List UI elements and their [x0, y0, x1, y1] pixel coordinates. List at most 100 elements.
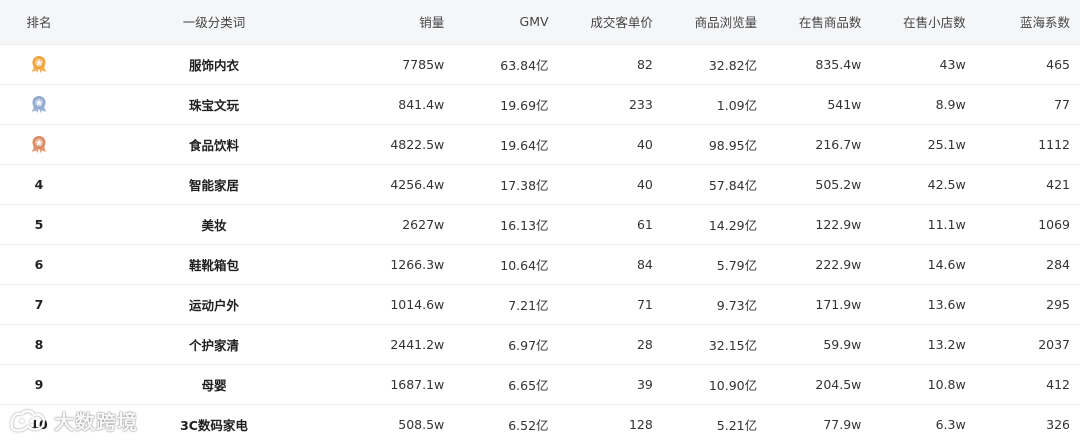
- shops-on-sale-cell: 25.1w: [927, 136, 966, 152]
- table-row[interactable]: 食品饮料 4822.5w 19.64亿 40 98.95亿 216.7w 25.1w 1112: [0, 124, 1080, 164]
- blue-ocean-cell: 421: [1046, 176, 1070, 192]
- gmv-cell: 6.52亿: [508, 417, 549, 433]
- views-cell: 5.79亿: [716, 257, 758, 273]
- table-row[interactable]: 8 个护家清 2441.2w 6.97亿 28 32.15亿 59.9w 13.2w 2037: [0, 324, 1080, 364]
- gmv-cell: 6.65亿: [508, 377, 549, 393]
- sales-cell: 7785w: [402, 56, 445, 72]
- items-on-sale-cell: 541w: [827, 96, 862, 112]
- category-cell[interactable]: 3C数码家电: [78, 404, 350, 444]
- avg-price-cell: 40: [636, 176, 653, 192]
- items-on-sale-cell: 204.5w: [815, 376, 862, 392]
- silver-medal-icon: [29, 94, 49, 114]
- rank-cell: 4: [34, 176, 44, 192]
- shops-on-sale-cell: 14.6w: [927, 256, 966, 272]
- category-cell[interactable]: 美妆: [78, 204, 350, 244]
- blue-ocean-cell: 412: [1046, 376, 1070, 392]
- category-cell[interactable]: 母婴: [78, 364, 350, 404]
- avg-price-cell: 71: [636, 296, 653, 312]
- table-row[interactable]: 珠宝文玩 841.4w 19.69亿 233 1.09亿 541w 8.9w 77: [0, 84, 1080, 124]
- table-row[interactable]: 10 3C数码家电 508.5w 6.52亿 128 5.21亿 77.9w 6.3w 326: [0, 404, 1080, 444]
- blue-ocean-cell: 326: [1046, 416, 1070, 432]
- rank-cell: 6: [34, 256, 44, 272]
- category-cell[interactable]: 食品饮料: [78, 124, 350, 164]
- table-row[interactable]: 4 智能家居 4256.4w 17.38亿 40 57.84亿 505.2w 42.5w 421: [0, 164, 1080, 204]
- rank-cell: [0, 84, 78, 124]
- blue-ocean-cell: 2037: [1038, 336, 1070, 352]
- rank-cell: [0, 44, 78, 84]
- blue-ocean-cell: 465: [1046, 56, 1070, 72]
- blue-ocean-cell: 295: [1046, 296, 1070, 312]
- table-header-row: 排名 一级分类词 销量 GMV 成交客单价 商品浏览量 在售商品数 在售小店数 …: [0, 0, 1080, 44]
- bronze-medal-icon: [29, 134, 49, 154]
- avg-price-cell: 82: [636, 56, 653, 72]
- blue-ocean-cell: 1112: [1038, 136, 1070, 152]
- avg-price-cell: 61: [636, 216, 653, 232]
- table-row[interactable]: 7 运动户外 1014.6w 7.21亿 71 9.73亿 171.9w 13.6w 295: [0, 284, 1080, 324]
- header-avg-price[interactable]: 成交客单价: [559, 0, 663, 44]
- rank-cell: 10: [30, 416, 48, 432]
- shops-on-sale-cell: 43w: [939, 56, 966, 72]
- views-cell: 98.95亿: [708, 137, 758, 153]
- items-on-sale-cell: 222.9w: [815, 256, 862, 272]
- category-cell[interactable]: 珠宝文玩: [78, 84, 350, 124]
- rank-cell: 8: [34, 336, 44, 352]
- sales-cell: 1266.3w: [390, 256, 445, 272]
- rank-cell: [0, 124, 78, 164]
- items-on-sale-cell: 505.2w: [815, 176, 862, 192]
- gmv-cell: 17.38亿: [500, 177, 549, 193]
- category-cell[interactable]: 智能家居: [78, 164, 350, 204]
- category-cell[interactable]: 服饰内衣: [78, 44, 350, 84]
- shops-on-sale-cell: 13.2w: [927, 336, 966, 352]
- gmv-cell: 16.13亿: [500, 217, 549, 233]
- table-row[interactable]: 5 美妆 2627w 16.13亿 61 14.29亿 122.9w 11.1w 1069: [0, 204, 1080, 244]
- sales-cell: 508.5w: [398, 416, 445, 432]
- gmv-cell: 63.84亿: [500, 57, 549, 73]
- sales-cell: 841.4w: [398, 96, 445, 112]
- header-blue-ocean[interactable]: 蓝海系数: [976, 0, 1080, 44]
- views-cell: 10.90亿: [708, 377, 758, 393]
- shops-on-sale-cell: 10.8w: [927, 376, 966, 392]
- rank-cell: 9: [34, 376, 44, 392]
- blue-ocean-cell: 77: [1054, 96, 1070, 112]
- category-ranking-table: 排名 一级分类词 销量 GMV 成交客单价 商品浏览量 在售商品数 在售小店数 …: [0, 0, 1080, 444]
- category-cell[interactable]: 鞋靴箱包: [78, 244, 350, 284]
- views-cell: 5.21亿: [716, 417, 758, 433]
- gmv-cell: 10.64亿: [500, 257, 549, 273]
- items-on-sale-cell: 216.7w: [815, 136, 862, 152]
- items-on-sale-cell: 122.9w: [815, 216, 862, 232]
- header-shops-on-sale[interactable]: 在售小店数: [871, 0, 975, 44]
- views-cell: 32.82亿: [708, 57, 758, 73]
- views-cell: 32.15亿: [708, 337, 758, 353]
- sales-cell: 4256.4w: [390, 176, 445, 192]
- views-cell: 57.84亿: [708, 177, 758, 193]
- sales-cell: 2627w: [402, 216, 445, 232]
- avg-price-cell: 39: [636, 376, 653, 392]
- items-on-sale-cell: 59.9w: [823, 336, 862, 352]
- table-body: 服饰内衣 7785w 63.84亿 82 32.82亿 835.4w 43w 465 珠宝文玩 8…: [0, 44, 1080, 444]
- header-rank[interactable]: 排名: [0, 0, 78, 44]
- items-on-sale-cell: 77.9w: [823, 416, 862, 432]
- header-gmv[interactable]: GMV: [454, 0, 558, 44]
- header-items-on-sale[interactable]: 在售商品数: [767, 0, 871, 44]
- views-cell: 14.29亿: [708, 217, 758, 233]
- gmv-cell: 19.69亿: [500, 97, 549, 113]
- category-cell[interactable]: 运动户外: [78, 284, 350, 324]
- gmv-cell: 7.21亿: [508, 297, 549, 313]
- avg-price-cell: 84: [636, 256, 653, 272]
- table-row[interactable]: 6 鞋靴箱包 1266.3w 10.64亿 84 5.79亿 222.9w 14.6w 284: [0, 244, 1080, 284]
- gmv-cell: 19.64亿: [500, 137, 549, 153]
- blue-ocean-cell: 1069: [1038, 216, 1070, 232]
- avg-price-cell: 28: [636, 336, 653, 352]
- category-cell[interactable]: 个护家清: [78, 324, 350, 364]
- header-sales[interactable]: 销量: [350, 0, 454, 44]
- table-row[interactable]: 9 母婴 1687.1w 6.65亿 39 10.90亿 204.5w 10.8w 412: [0, 364, 1080, 404]
- header-views[interactable]: 商品浏览量: [663, 0, 767, 44]
- shops-on-sale-cell: 11.1w: [927, 216, 966, 232]
- avg-price-cell: 128: [628, 416, 653, 432]
- header-category[interactable]: 一级分类词: [78, 0, 350, 44]
- table-row[interactable]: 服饰内衣 7785w 63.84亿 82 32.82亿 835.4w 43w 465: [0, 44, 1080, 84]
- shops-on-sale-cell: 6.3w: [935, 416, 966, 432]
- sales-cell: 4822.5w: [390, 136, 445, 152]
- gold-medal-icon: [29, 54, 49, 74]
- views-cell: 1.09亿: [716, 97, 758, 113]
